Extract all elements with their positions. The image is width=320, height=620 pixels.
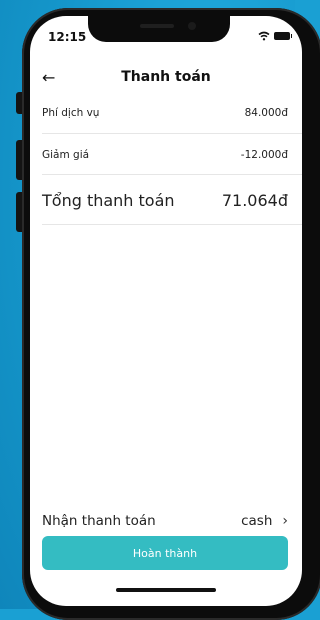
speaker <box>140 24 174 28</box>
wifi-icon <box>258 31 270 41</box>
fee-value: 84.000đ <box>244 107 288 119</box>
battery-icon <box>274 32 292 40</box>
total-label: Tổng thanh toán <box>42 190 175 210</box>
home-indicator <box>116 588 216 592</box>
payment-method-value: cash › <box>241 513 288 529</box>
total-row: Tổng thanh toán 71.064đ <box>42 186 288 214</box>
nav-bar: ← Thanh toán <box>30 64 302 94</box>
payment-method: cash <box>241 513 273 529</box>
notch <box>88 16 230 42</box>
divider <box>42 174 302 175</box>
status-time: 12:15 <box>48 30 87 44</box>
discount-value: -12.000đ <box>240 149 288 161</box>
divider <box>42 133 302 134</box>
chevron-right-icon: › <box>282 513 288 529</box>
payment-label: Nhận thanh toán <box>42 513 156 529</box>
fee-row-discount: Giảm giá -12.000đ <box>42 146 288 164</box>
fee-label: Phí dịch vụ <box>42 107 100 119</box>
app-screen: 12:15 ← Thanh toán Phí dịch vụ 84.000đ G… <box>30 16 302 606</box>
total-value: 71.064đ <box>221 190 288 210</box>
page-title: Thanh toán <box>121 69 211 85</box>
status-icons <box>258 31 292 41</box>
payment-method-row[interactable]: Nhận thanh toán cash › <box>42 510 288 532</box>
camera <box>188 22 196 30</box>
fee-row-service: Phí dịch vụ 84.000đ <box>42 104 288 122</box>
discount-label: Giảm giá <box>42 149 90 161</box>
divider <box>42 224 302 225</box>
complete-button[interactable]: Hoàn thành <box>42 536 288 570</box>
